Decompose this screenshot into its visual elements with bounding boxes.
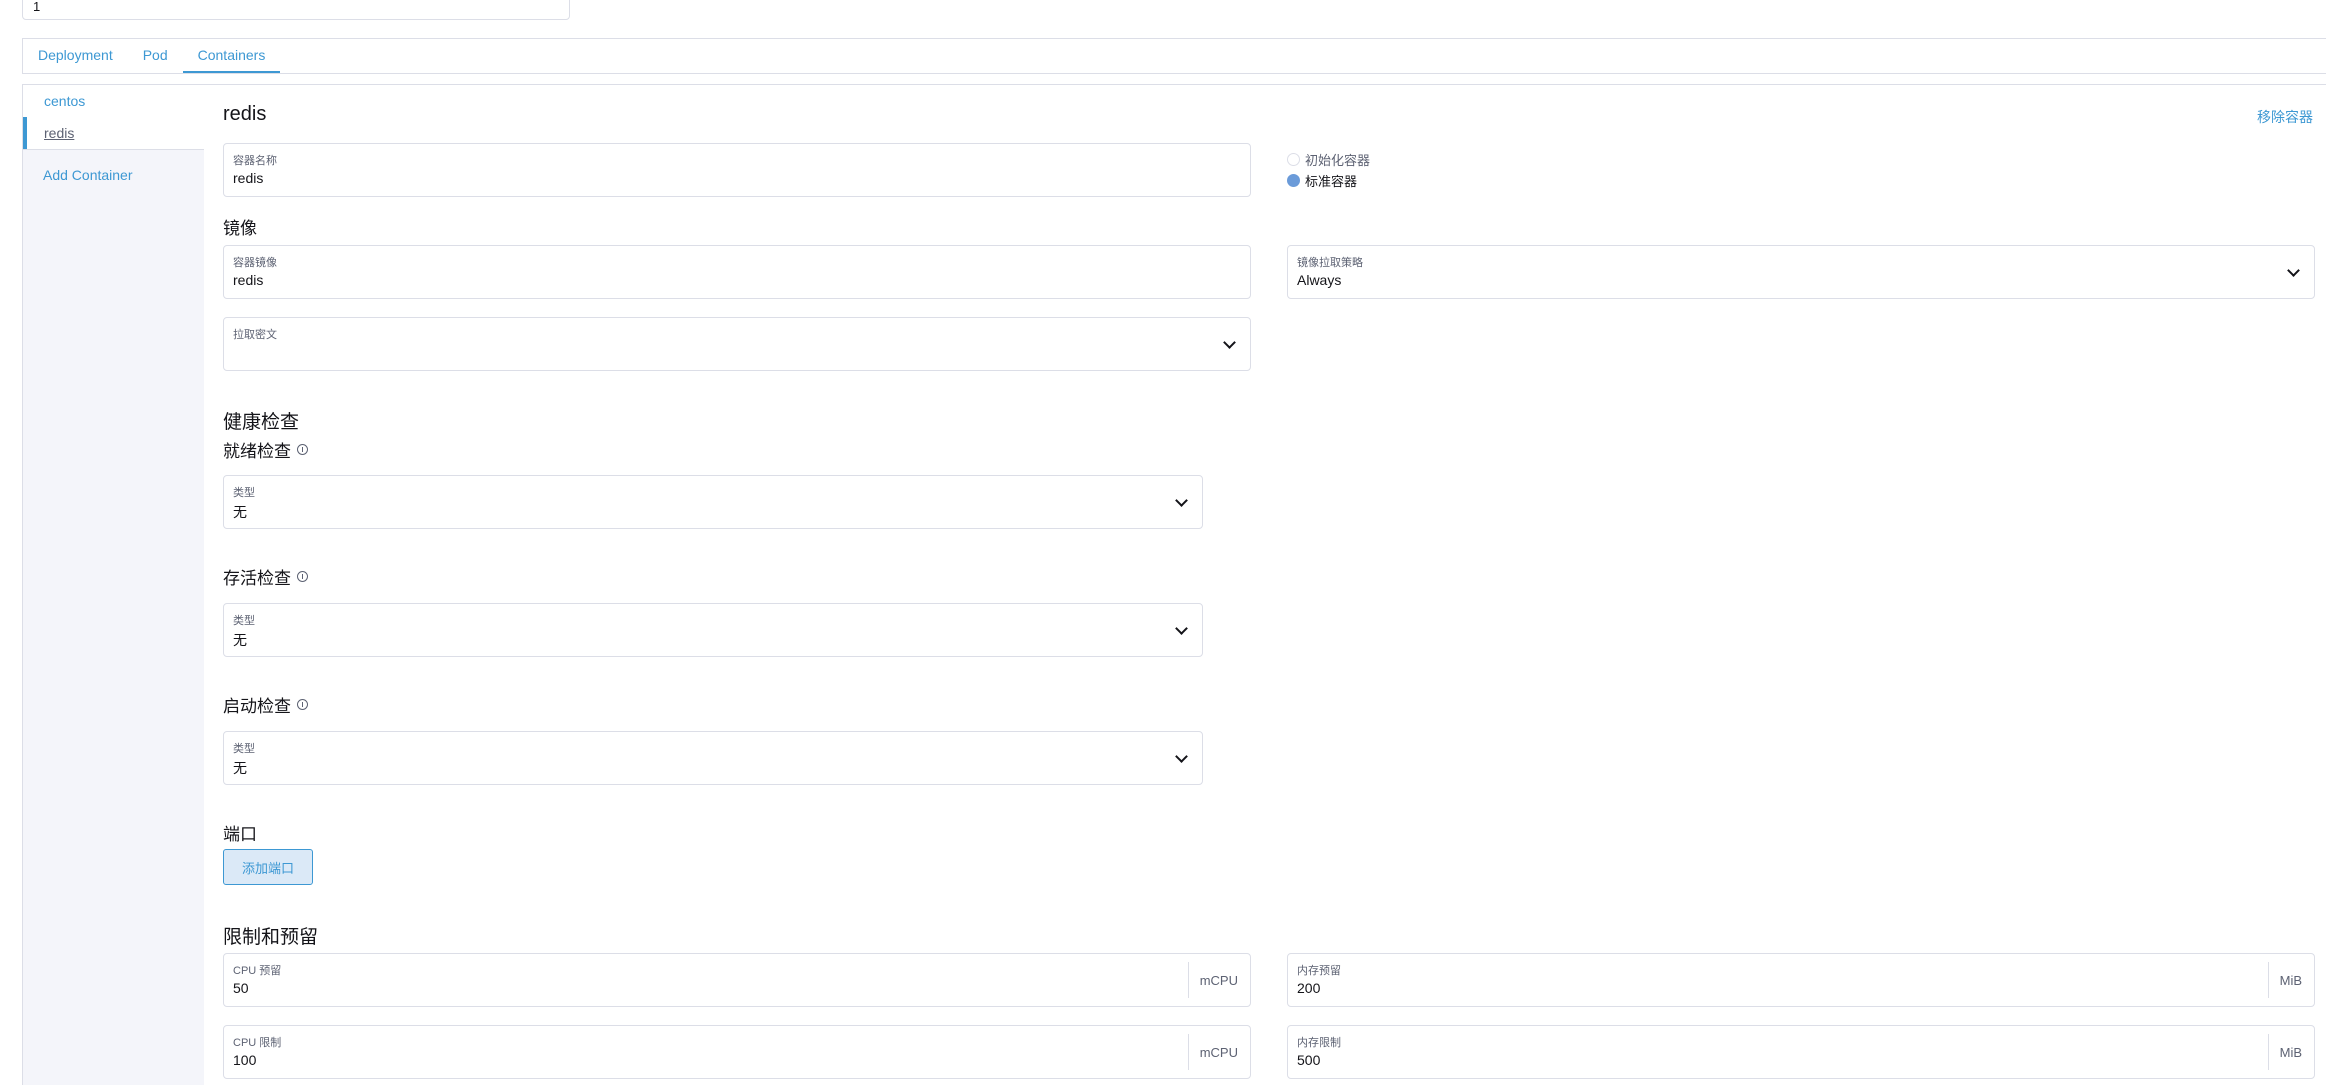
chevron-down-icon [2287, 264, 2300, 277]
sidebar-item-centos[interactable]: centos [23, 85, 204, 117]
add-container-link[interactable]: Add Container [23, 164, 204, 186]
tab-bar: Deployment Pod Containers [22, 38, 2326, 74]
info-icon[interactable] [297, 699, 308, 710]
remove-container-link[interactable]: 移除容器 [2257, 107, 2313, 127]
liveness-heading: 存活检查 [223, 564, 308, 589]
health-check-heading: 健康检查 [223, 412, 300, 433]
chevron-down-icon [1223, 336, 1236, 349]
cpu-limit-field[interactable]: CPU 限制 100 mCPU [223, 1025, 1251, 1079]
mem-limit-field[interactable]: 内存限制 500 MiB [1287, 1025, 2315, 1079]
readiness-type-select[interactable]: 类型 无 [223, 475, 1203, 529]
radio-init-label: 初始化容器 [1305, 153, 1371, 168]
resources-heading: 限制和预留 [223, 927, 319, 948]
liveness-heading-text: 存活检查 [223, 569, 291, 588]
liveness-type-value: 无 [233, 632, 247, 648]
radio-init-container[interactable]: 初始化容器 [1287, 150, 1370, 169]
container-title: redis [223, 103, 267, 125]
add-port-button[interactable]: 添加端口 [223, 849, 314, 885]
image-value: redis [233, 272, 264, 288]
image-field[interactable]: 容器镜像 redis [223, 245, 1251, 299]
pull-secret-label: 拉取密文 [233, 329, 277, 341]
readiness-type-label: 类型 [233, 487, 255, 499]
containers-panel: centos redis Add Container redis 移除容器 容器… [22, 84, 2326, 1085]
mem-reserve-value: 200 [1297, 980, 1321, 996]
info-icon[interactable] [297, 571, 308, 582]
mem-limit-label: 内存限制 [1297, 1037, 1341, 1049]
cpu-reserve-field[interactable]: CPU 预留 50 mCPU [223, 953, 1251, 1007]
image-label: 容器镜像 [233, 257, 277, 269]
info-icon[interactable] [297, 444, 308, 455]
sidebar-item-redis[interactable]: redis [23, 117, 204, 149]
readiness-heading: 就绪检查 [223, 437, 308, 462]
liveness-type-select[interactable]: 类型 无 [223, 603, 1203, 657]
startup-type-value: 无 [233, 760, 247, 776]
container-name-label: 容器名称 [233, 155, 277, 167]
ports-heading: 端口 [223, 825, 257, 844]
pull-policy-value: Always [1297, 272, 1342, 288]
container-form: redis 移除容器 容器名称 redis 初始化容器 标准容器 镜像 容器镜像… [223, 85, 2326, 1085]
cpu-reserve-label: CPU 预留 [233, 965, 282, 977]
sidebar-divider [23, 149, 204, 150]
chevron-down-icon [1175, 622, 1188, 635]
pull-secret-select[interactable]: 拉取密文 [223, 317, 1251, 371]
mem-reserve-field[interactable]: 内存预留 200 MiB [1287, 953, 2315, 1007]
pull-policy-select[interactable]: 镜像拉取策略 Always [1287, 245, 2315, 299]
replicas-input[interactable]: 1 [22, 0, 570, 20]
tab-deployment[interactable]: Deployment [23, 39, 128, 73]
container-name-value: redis [233, 170, 264, 186]
container-name-field[interactable]: 容器名称 redis [223, 143, 1251, 197]
radio-standard-label: 标准容器 [1305, 174, 1358, 189]
cpu-reserve-value: 50 [233, 980, 249, 996]
startup-heading-text: 启动检查 [223, 697, 291, 716]
page: 1 Deployment Pod Containers centos redis… [0, 0, 2326, 1085]
mem-reserve-unit: MiB [2267, 962, 2314, 998]
mem-limit-unit: MiB [2267, 1034, 2314, 1070]
readiness-type-value: 无 [233, 504, 247, 520]
radio-icon [1287, 153, 1300, 166]
container-sidebar: centos redis Add Container [23, 85, 204, 1085]
radio-checked-icon [1287, 174, 1300, 187]
image-heading: 镜像 [223, 219, 257, 238]
chevron-down-icon [1175, 750, 1188, 763]
tab-pod[interactable]: Pod [128, 39, 183, 73]
pull-policy-label: 镜像拉取策略 [1297, 257, 1363, 269]
cpu-limit-value: 100 [233, 1052, 257, 1068]
startup-heading: 启动检查 [223, 692, 308, 717]
startup-type-select[interactable]: 类型 无 [223, 731, 1203, 785]
startup-type-label: 类型 [233, 743, 255, 755]
cpu-limit-label: CPU 限制 [233, 1037, 282, 1049]
mem-reserve-label: 内存预留 [1297, 965, 1341, 977]
tab-containers[interactable]: Containers [182, 39, 281, 73]
readiness-heading-text: 就绪检查 [223, 442, 291, 461]
radio-standard-container[interactable]: 标准容器 [1287, 171, 1357, 190]
liveness-type-label: 类型 [233, 615, 255, 627]
replicas-value: 1 [33, 0, 41, 14]
chevron-down-icon [1175, 494, 1188, 507]
mem-limit-value: 500 [1297, 1052, 1321, 1068]
cpu-reserve-unit: mCPU [1187, 962, 1250, 998]
cpu-limit-unit: mCPU [1187, 1034, 1250, 1070]
